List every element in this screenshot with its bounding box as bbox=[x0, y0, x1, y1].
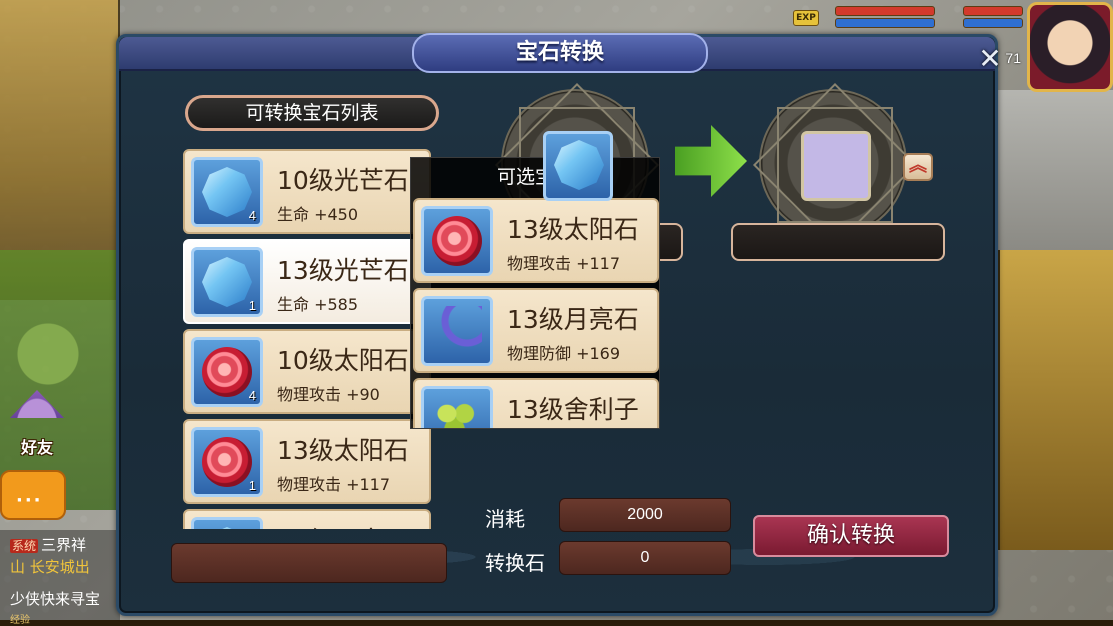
friends-label: 好友 bbox=[20, 438, 53, 457]
gem-list-item-selected[interactable]: 1 13级光芒石 生命 +585 bbox=[183, 239, 431, 324]
convertible-gem-list[interactable]: 4 10级光芒石 生命 +450 1 13级光芒石 生命 +585 4 10级太… bbox=[183, 149, 433, 529]
gem-list-item[interactable]: 4 10级太阳石 物理攻击 +90 bbox=[183, 329, 431, 414]
gem-icon-frame: 1 bbox=[191, 247, 263, 317]
gem-name: 10级光芒石 bbox=[277, 166, 409, 195]
gem-stat: 生命 +585 bbox=[277, 295, 359, 314]
gem-icon-frame: 4 bbox=[191, 337, 263, 407]
exp-strip-label: 经验 bbox=[10, 615, 30, 626]
gem-icon-frame bbox=[421, 296, 493, 366]
popup-title: 可选宝石 bbox=[496, 166, 573, 188]
sun-gem-icon bbox=[202, 347, 252, 397]
gem-stat: 物理防御 +169 bbox=[507, 344, 621, 363]
friend-hat-icon bbox=[10, 390, 64, 418]
close-button[interactable]: ✕ bbox=[975, 45, 1005, 75]
gem-count: 1 bbox=[248, 478, 256, 493]
target-gem-name-field bbox=[731, 223, 945, 261]
gem-name: 13级月亮石 bbox=[507, 305, 639, 334]
gem-count: 1 bbox=[248, 298, 256, 313]
gem-stat: 生命 +450 bbox=[277, 205, 359, 224]
gem-name: 10级月亮石 bbox=[277, 521, 409, 529]
gem-stat: 物理攻击 +117 bbox=[277, 475, 391, 494]
selectable-gem-popup[interactable]: 可选宝石 13级太阳石 物理攻击 +117 13级月亮石 物理防御 +169 1… bbox=[410, 157, 660, 429]
chat-text: 三界祥 bbox=[41, 536, 87, 554]
gem-info-field bbox=[171, 543, 447, 583]
exp-badge: EXP bbox=[793, 10, 819, 26]
gem-name: 13级舍利子 bbox=[507, 395, 639, 424]
player-avatar[interactable] bbox=[1027, 2, 1113, 92]
relic-gem-icon bbox=[432, 396, 482, 428]
gem-stat: 物理攻击 +90 bbox=[277, 385, 380, 404]
convert-arrow-icon bbox=[675, 125, 747, 197]
gem-list-item[interactable]: 4 10级光芒石 生命 +450 bbox=[183, 149, 431, 234]
chat-bubble-icon: ··· bbox=[16, 490, 43, 511]
source-gem-slot[interactable] bbox=[543, 131, 613, 201]
gem-list-header: 可转换宝石列表 bbox=[185, 95, 439, 131]
collapse-up-button[interactable]: ︽ bbox=[903, 153, 933, 181]
chat-line: 系统 三界祥 bbox=[10, 534, 120, 555]
target-gem-emblem bbox=[759, 89, 907, 237]
gem-list-item[interactable]: 1 13级太阳石 物理攻击 +117 bbox=[183, 419, 431, 504]
system-tag: 系统 bbox=[10, 539, 39, 553]
cost-value: 2000 bbox=[559, 498, 731, 532]
moon-gem-icon bbox=[432, 306, 482, 356]
mp-bar-right bbox=[963, 18, 1023, 28]
conversion-stone-value: 0 bbox=[559, 541, 731, 575]
dialog-title: 宝石转换 bbox=[412, 33, 708, 73]
crystal-gem-icon bbox=[202, 257, 252, 307]
gem-name: 13级太阳石 bbox=[507, 215, 639, 244]
gem-icon-frame bbox=[191, 517, 263, 529]
gem-count: 4 bbox=[248, 208, 256, 223]
chat-line: 少侠快来寻宝 bbox=[10, 590, 101, 608]
scene-golden-pillar bbox=[998, 250, 1113, 550]
gem-icon-frame: 1 bbox=[191, 427, 263, 497]
gem-icon-frame bbox=[421, 386, 493, 428]
hp-bar-left bbox=[835, 6, 935, 16]
gem-icon-frame: 4 bbox=[191, 157, 263, 227]
chat-line: 山 长安城出 bbox=[10, 558, 90, 576]
chat-button[interactable]: ··· bbox=[0, 470, 66, 520]
popup-gem-item[interactable]: 13级月亮石 物理防御 +169 bbox=[413, 288, 659, 373]
sun-gem-icon bbox=[432, 216, 482, 266]
gem-convert-dialog: 宝石转换 ✕ 可转换宝石列表 4 10级光芒石 生命 +450 1 13级光芒石… bbox=[116, 33, 1002, 616]
gem-name: 13级太阳石 bbox=[277, 436, 409, 465]
gem-name: 10级太阳石 bbox=[277, 346, 409, 375]
gem-icon-frame bbox=[421, 206, 493, 276]
popup-gem-item[interactable]: 13级舍利子 bbox=[413, 378, 659, 428]
conversion-stone-label: 转换石 bbox=[485, 551, 545, 575]
cost-label: 消耗 bbox=[485, 507, 525, 531]
friends-button[interactable]: 好友 bbox=[4, 390, 70, 458]
sun-gem-icon bbox=[202, 437, 252, 487]
crystal-gem-icon bbox=[202, 167, 252, 217]
target-gem-slot[interactable] bbox=[801, 131, 871, 201]
gem-name: 13级光芒石 bbox=[277, 256, 409, 285]
exp-strip bbox=[0, 620, 1113, 626]
confirm-convert-button[interactable]: 确认转换 bbox=[753, 515, 949, 557]
player-level: 71 bbox=[1005, 50, 1021, 66]
popup-gem-item[interactable]: 13级太阳石 物理攻击 +117 bbox=[413, 198, 659, 283]
scene-roof bbox=[998, 90, 1113, 250]
gem-count: 4 bbox=[248, 388, 256, 403]
crystal-gem-icon bbox=[202, 527, 252, 529]
mp-bar-left bbox=[835, 18, 935, 28]
gem-list-item[interactable]: 10级月亮石 bbox=[183, 509, 431, 529]
gem-stat: 物理攻击 +117 bbox=[507, 254, 621, 273]
hp-bar-right bbox=[963, 6, 1023, 16]
crystal-gem-icon bbox=[554, 140, 604, 190]
